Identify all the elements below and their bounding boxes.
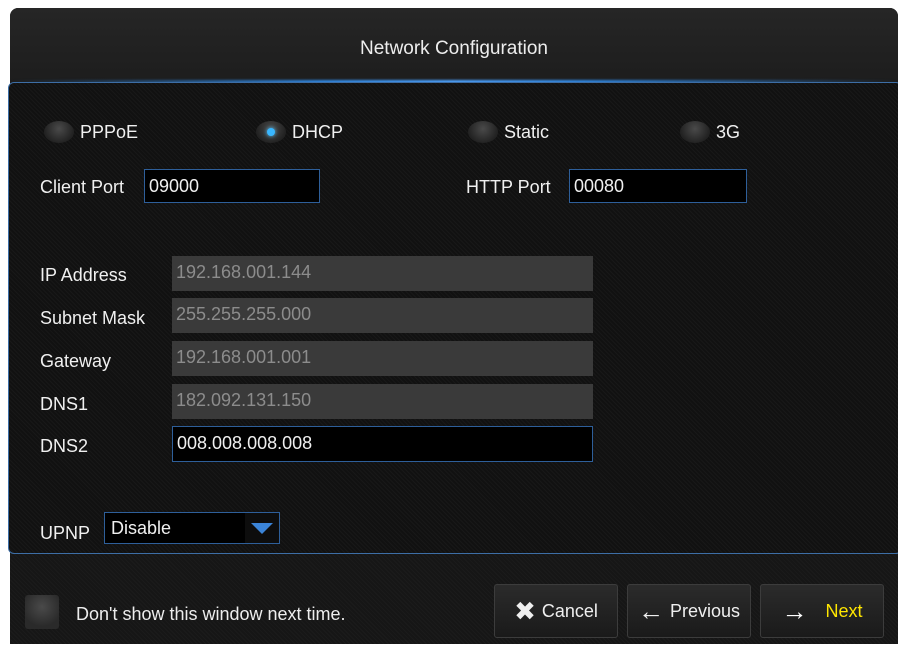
- radio-button-selected-icon: [256, 121, 286, 143]
- http-port-input[interactable]: 00080: [569, 169, 747, 203]
- upnp-label: UPNP: [40, 523, 91, 543]
- radio-label: 3G: [716, 121, 741, 142]
- radio-label: Static: [504, 121, 550, 142]
- ip-address-label: IP Address: [40, 265, 127, 285]
- subnet-mask-field: 255.255.255.000: [172, 298, 593, 333]
- radio-button-icon: [468, 121, 498, 143]
- arrow-right-icon: →: [781, 596, 808, 626]
- radio-static[interactable]: Static: [468, 118, 549, 146]
- radio-button-icon: [44, 121, 74, 143]
- dns2-input[interactable]: 008.008.008.008: [172, 426, 593, 462]
- gateway-label: Gateway: [40, 351, 112, 371]
- client-port-label: Client Port: [40, 177, 125, 197]
- next-button[interactable]: → Next: [760, 584, 884, 638]
- previous-label: Previous: [669, 600, 741, 621]
- radio-button-icon: [680, 121, 710, 143]
- dont-show-checkbox[interactable]: [25, 595, 59, 629]
- chevron-down-icon[interactable]: [245, 513, 279, 543]
- gateway-field: 192.168.001.001: [172, 341, 593, 376]
- dns1-field: 182.092.131.150: [172, 384, 593, 419]
- radio-label: DHCP: [292, 121, 344, 142]
- cancel-button[interactable]: ✖ Cancel: [494, 584, 618, 638]
- radio-label: PPPoE: [80, 121, 139, 142]
- ip-address-field: 192.168.001.144: [172, 256, 593, 291]
- cancel-label: Cancel: [541, 600, 598, 621]
- dns1-label: DNS1: [40, 394, 89, 414]
- title-bar: Network Configuration: [10, 8, 898, 90]
- upnp-select[interactable]: Disable: [104, 512, 280, 544]
- next-label: Next: [825, 600, 863, 621]
- arrow-left-icon: ←: [637, 596, 664, 626]
- subnet-mask-label: Subnet Mask: [40, 308, 146, 328]
- radio-dhcp[interactable]: DHCP: [256, 118, 343, 146]
- client-port-input[interactable]: 09000: [144, 169, 320, 203]
- radio-3g[interactable]: 3G: [680, 118, 740, 146]
- previous-button[interactable]: ← Previous: [627, 584, 751, 638]
- dns2-label: DNS2: [40, 436, 89, 456]
- http-port-label: HTTP Port: [466, 177, 551, 197]
- dont-show-label: Don't show this window next time.: [76, 604, 346, 624]
- upnp-value: Disable: [111, 518, 172, 538]
- close-icon: ✖: [514, 596, 536, 626]
- radio-pppoe[interactable]: PPPoE: [44, 118, 138, 146]
- dialog-title: Network Configuration: [360, 38, 548, 59]
